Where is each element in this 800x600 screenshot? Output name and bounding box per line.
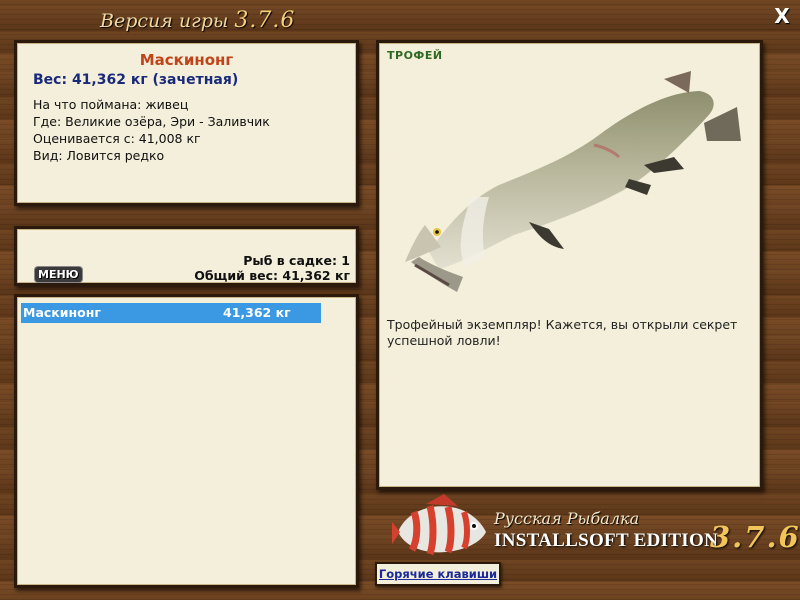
list-item[interactable]: Маскинонг 41,362 кг [21,303,321,323]
red-striped-fish-icon [392,494,486,556]
close-button[interactable]: X [770,4,794,28]
trophy-description: Трофейный экземпляр! Кажется, вы открыли… [387,317,738,348]
list-item-name: Маскинонг [23,305,101,320]
fish-count: Рыб в садке: 1 [243,253,350,268]
trophy-panel: ТРОФЕЙ Трофейный экземпляр! Кажется, вы … [376,40,763,490]
list-item-weight: 41,362 кг [223,305,291,320]
title-version: 3.7.6 [234,8,296,33]
catch-list-panel: Маскинонг 41,362 кг [14,294,359,588]
window-title: Версия игры 3.7.6 [100,8,300,38]
total-weight: Общий вес: 41,362 кг [194,268,350,283]
game-branding: Русская Рыбалка INSTALLSOFT EDITION 3.7.… [386,492,799,562]
brand-version: 3.7.6 [710,520,800,554]
bait-info: На что поймана: живец [33,97,189,112]
menu-button[interactable]: МЕНЮ [35,267,82,282]
rating-info: Оценивается с: 41,008 кг [33,131,201,146]
location-info: Где: Великие озёра, Эри - Заливчик [33,114,270,129]
title-text: Версия игры [100,10,229,32]
fish-info-panel: Маскинонг Вес: 41,362 кг (зачетная) На ч… [14,40,359,206]
fish-weight: Вес: 41,362 кг (зачетная) [33,72,239,88]
species-info: Вид: Ловится редко [33,148,165,163]
brand-title: Русская Рыбалка [494,509,640,528]
fish-name: Маскинонг [139,51,234,69]
catch-stats-panel: МЕНЮ Рыб в садке: 1 Общий вес: 41,362 кг [14,226,359,286]
hotkeys-button[interactable]: Горячие клавиши [375,562,501,586]
catch-stats: Рыб в садке: 1 Общий вес: 41,362 кг [194,253,350,283]
muskellunge-fish-icon [405,71,741,292]
brand-edition: INSTALLSOFT EDITION [494,530,719,551]
